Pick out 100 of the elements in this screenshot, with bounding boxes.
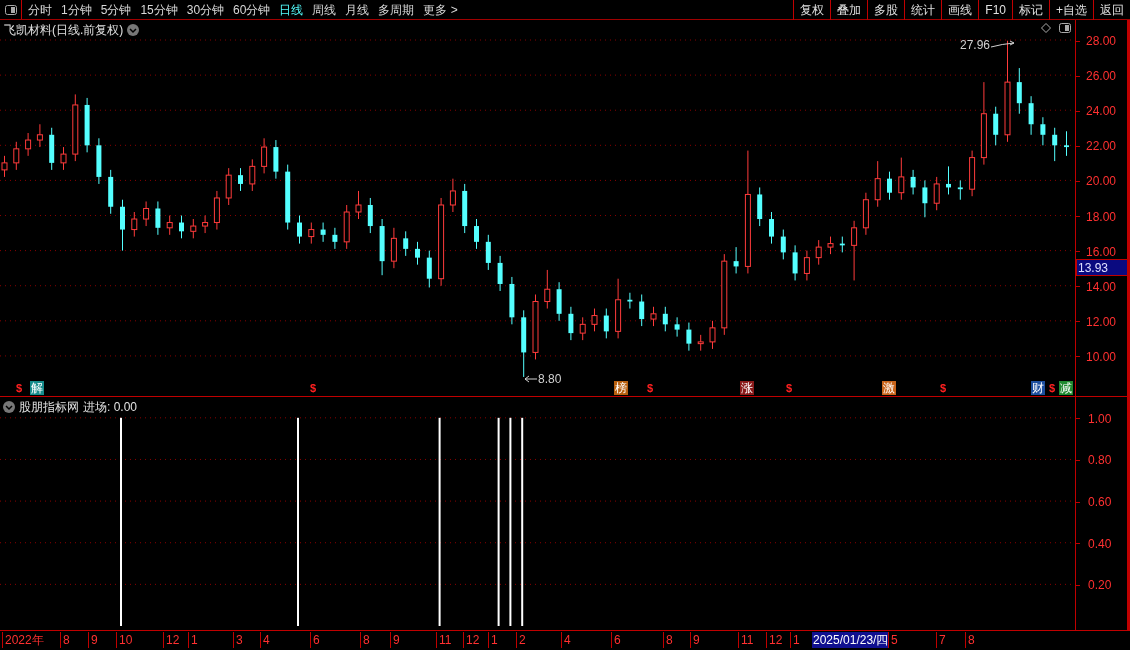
current-price-tag: 13.93 [1076,259,1128,276]
toolbar-button[interactable]: 统计 [904,0,942,20]
toolbar-button[interactable]: 画线 [941,0,979,20]
indicator-axis-label: 0.60 [1088,494,1112,512]
low-price-label: 8.80 [538,371,562,388]
event-marker[interactable]: $ [647,381,654,395]
time-axis-label: 1 [488,632,498,648]
period-tab[interactable]: 日线 [279,0,304,19]
period-tab[interactable]: 5分钟 [100,0,132,19]
candlestick [1016,67,1022,115]
period-tab[interactable]: 30分钟 [186,0,225,19]
candlestick [922,179,928,218]
candlestick [415,241,420,266]
period-tab[interactable]: 月线 [345,0,370,19]
indicator-reading: 进场: 0.00 [83,399,138,416]
period-tab[interactable]: 周线 [312,0,337,19]
candlestick [544,269,551,310]
time-axis-label: 7 [936,632,946,648]
price-axis-label: 20.00 [1086,173,1117,191]
candlestick [603,308,609,339]
candlestick [1040,116,1046,146]
indicator-name: 股朋指标网 [19,399,79,416]
event-badge[interactable]: 涨 [740,381,754,395]
event-badge[interactable]: 财 [1031,381,1045,395]
time-axis-label: 4 [260,632,270,648]
time-axis-label: 1 [790,632,800,648]
arrow-icon [524,374,538,384]
time-axis-label: 9 [390,632,400,648]
candlestick [639,294,645,327]
time-axis-label: 2022年 [2,632,44,648]
panel-toggle-icon[interactable] [4,4,17,15]
candlestick [474,218,479,250]
time-axis-label: 12 [766,632,783,648]
candlestick [13,141,20,171]
time-axis-label: 12 [463,632,480,648]
toolbar-button[interactable]: 多股 [867,0,905,20]
indicator-axis-label: 0.80 [1088,452,1112,470]
candlestick [1028,95,1034,136]
candlestick [1052,127,1058,162]
indicator-axis-label: 0.40 [1088,535,1112,553]
event-marker[interactable]: $ [16,381,23,395]
price-axis-label: 14.00 [1086,278,1117,296]
diamond-icon[interactable] [1041,23,1051,33]
dropdown-icon[interactable] [127,24,140,36]
time-axis-label: 11 [738,632,754,648]
candlestick [769,211,774,245]
time-axis-label: 5 [888,632,898,648]
candlestick [497,255,503,292]
candlestick [36,123,43,148]
event-marker[interactable]: $ [786,381,793,395]
period-tab[interactable]: 更多 > [423,0,458,19]
toolbar-button[interactable]: F10 [978,0,1012,20]
price-axis-label: 12.00 [1086,313,1117,331]
period-tab[interactable]: 60分钟 [233,0,271,19]
period-tab[interactable]: 分时 [28,0,52,19]
time-axis-label: 11 [436,632,452,648]
candlestick [120,199,125,252]
toolbar-button[interactable]: 叠加 [830,0,868,20]
period-tab[interactable]: 15分钟 [140,0,178,19]
candlestick [815,239,822,266]
candlestick [933,176,940,211]
candlestick [674,316,680,338]
event-marker[interactable]: $ [310,381,317,395]
candlestick [25,132,32,157]
price-axis-label: 18.00 [1086,208,1117,226]
collapse-icon[interactable] [3,401,15,413]
candlestick [887,171,892,201]
toolbar-button[interactable]: +自选 [1049,0,1093,20]
toolbar-button[interactable]: 标记 [1012,0,1049,20]
time-axis-label: 8 [60,632,70,648]
event-badge[interactable]: 减 [1059,381,1073,395]
candlestick [179,215,184,239]
time-axis-label: 9 [88,632,98,648]
panel-toggle-icon[interactable] [1059,23,1071,33]
price-axis-label: 10.00 [1086,348,1117,366]
price-axis-label: 24.00 [1086,103,1117,121]
event-badge[interactable]: 解 [30,381,44,395]
event-marker[interactable]: $ [1049,381,1056,395]
candlestick [225,167,232,206]
candlestick [426,250,432,288]
toolbar-button[interactable]: 返回 [1093,0,1130,20]
event-badge[interactable]: 榜 [614,381,628,395]
time-axis-label: 8 [965,632,975,648]
candlestick [568,306,574,341]
candlestick [579,316,586,341]
period-tab[interactable]: 多周期 [378,0,415,19]
event-marker[interactable]: $ [940,381,947,395]
candlestick [449,178,456,213]
price-axis-label: 16.00 [1086,243,1117,261]
candlestick [60,146,67,171]
toolbar-button[interactable]: 复权 [793,0,831,20]
time-axis-label: 2 [516,632,526,648]
indicator-axis-label: 1.00 [1088,410,1112,428]
period-tab[interactable]: 1分钟 [61,0,92,19]
high-price-label: 27.96 [960,37,991,54]
candlestick [792,244,798,281]
event-badge[interactable]: 激 [882,381,896,395]
candlestick [238,167,243,192]
cursor-date-label: 2025/01/23/四 [812,632,890,648]
time-axis-label: 4 [561,632,571,648]
